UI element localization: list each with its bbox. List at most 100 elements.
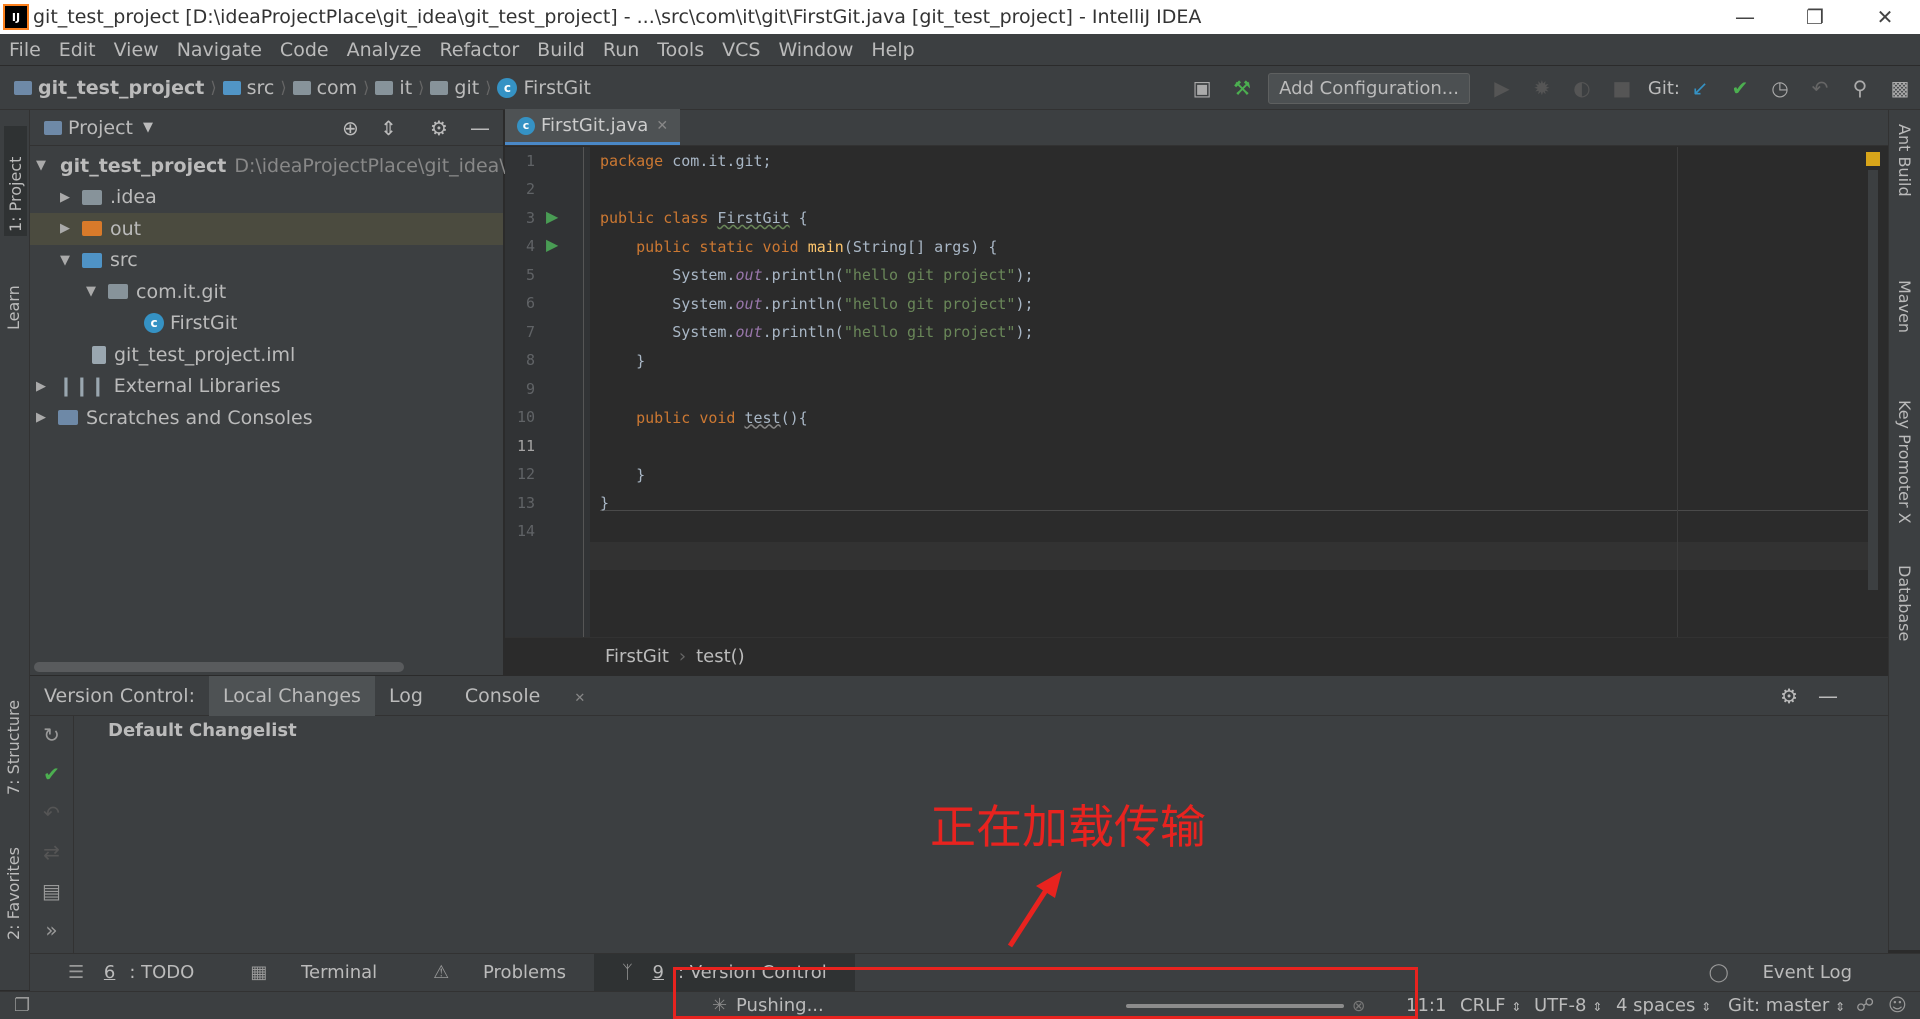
tree-item[interactable]: ▼ src [30,245,503,277]
tab-database[interactable]: Database [1895,565,1914,641]
menu-vcs[interactable]: VCS [713,39,769,61]
tab-problems[interactable]: ⚠ Problems [405,962,594,983]
menu-help[interactable]: Help [862,39,923,61]
breadcrumb-src[interactable]: src [247,77,275,99]
git-commit-icon[interactable]: ✔ [1720,76,1760,100]
line-separator[interactable]: CRLF ⇕ [1460,995,1521,1016]
editor-scrollbar[interactable] [1868,170,1878,590]
menu-code[interactable]: Code [271,39,338,61]
breadcrumb-com[interactable]: com [317,77,358,99]
expanded-arrow-icon[interactable]: ▼ [36,158,46,173]
rollback-icon[interactable]: ↶ [30,794,73,833]
tree-item[interactable]: c FirstGit [30,308,503,340]
chevron-down-icon[interactable]: ▼ [143,120,153,135]
search-icon[interactable]: ⚲ [1840,76,1880,100]
tab-ant-build[interactable]: Ant Build [1895,124,1914,197]
warning-indicator-icon[interactable] [1866,152,1880,166]
build-hammer-icon[interactable]: ⚒ [1222,76,1262,100]
tree-item[interactable]: ▼ com.it.git [30,276,503,308]
git-history-icon[interactable]: ◷ [1760,76,1800,100]
tree-item[interactable]: git_test_project.iml [30,339,503,371]
shelve-icon[interactable]: ▤ [30,872,73,911]
tab-structure[interactable]: 7: Structure [4,675,23,795]
add-configuration-button[interactable]: Add Configuration... [1268,72,1470,104]
menu-navigate[interactable]: Navigate [168,39,271,61]
breadcrumb-project[interactable]: git_test_project [38,77,204,99]
tree-item[interactable]: ▶ .idea [30,182,503,214]
git-rollback-icon[interactable]: ↶ [1800,76,1840,100]
tab-learn[interactable]: Learn [4,260,23,330]
breadcrumb-git[interactable]: git [454,77,479,99]
hide-icon[interactable]: — [470,116,490,140]
hide-icon[interactable]: — [1804,684,1852,708]
tree-label: FirstGit [170,312,238,335]
breadcrumb-class[interactable]: FirstGit [605,646,669,667]
tab-key-promoter[interactable]: Key Promoter X [1895,400,1914,524]
close-icon[interactable]: ✕ [1850,0,1920,34]
tab-maven[interactable]: Maven [1895,280,1914,333]
tab-console[interactable]: Console ✕ [437,685,613,707]
menu-file[interactable]: File [0,39,50,61]
tab-local-changes[interactable]: Local Changes [209,675,375,716]
breadcrumb-firstgit[interactable]: FirstGit [523,77,590,99]
run-main-gutter-icon[interactable]: ▶ [546,235,558,254]
expanded-arrow-icon[interactable]: ▼ [86,284,102,299]
restore-icon[interactable]: ❐ [1780,0,1850,34]
default-changelist[interactable]: Default Changelist [108,720,297,741]
horizontal-scrollbar[interactable] [34,662,404,672]
tab-firstgit-java[interactable]: c FirstGit.java ✕ [505,109,681,145]
commit-check-icon[interactable]: ✔ [30,755,73,794]
menu-window[interactable]: Window [769,39,862,61]
layout-toggle-icon[interactable]: ❐ [14,995,30,1016]
menu-edit[interactable]: Edit [50,39,105,61]
menu-refactor[interactable]: Refactor [430,39,528,61]
indent-setting[interactable]: 4 spaces ⇕ [1616,995,1711,1016]
minimize-icon[interactable]: — [1710,0,1780,34]
menu-view[interactable]: View [105,39,168,61]
hector-icon[interactable]: ☺ [1888,995,1907,1016]
coverage-icon[interactable]: ◐ [1562,76,1602,100]
tree-item[interactable]: ▶ Scratches and Consoles [30,402,503,434]
refresh-icon[interactable]: ↻ [30,716,73,755]
stop-icon[interactable]: ■ [1602,76,1642,100]
collapsed-arrow-icon[interactable]: ▶ [36,379,52,394]
move-icon[interactable]: ⇄ [30,833,73,872]
run-class-gutter-icon[interactable]: ▶ [546,207,558,226]
git-update-icon[interactable]: ↙ [1680,76,1720,100]
menu-analyze[interactable]: Analyze [338,39,431,61]
tab-todo[interactable]: ☰ 6: TODO [40,962,222,983]
tab-project[interactable]: 1: Project [4,126,27,236]
tab-terminal[interactable]: ▦ Terminal [222,962,405,983]
run-window-icon[interactable]: ▣ [1182,76,1222,100]
menu-build[interactable]: Build [528,39,594,61]
gear-icon[interactable]: ⚙ [430,116,448,140]
collapsed-arrow-icon[interactable]: ▶ [60,221,76,236]
tree-item[interactable]: ▼ git_test_project D:\ideaProjectPlace\g… [30,150,523,182]
project-structure-icon[interactable]: ▩ [1880,76,1920,100]
run-icon[interactable]: ▶ [1482,76,1522,100]
file-encoding[interactable]: UTF-8 ⇕ [1534,995,1602,1016]
menu-run[interactable]: Run [594,39,648,61]
close-tab-icon[interactable]: ✕ [656,118,668,134]
tree-item[interactable]: ▶ out [30,213,503,245]
breadcrumb-method[interactable]: test() [696,646,745,667]
collapse-all-icon[interactable]: ⇕ [380,116,397,140]
tab-favorites[interactable]: 2: Favorites [4,820,23,940]
expanded-arrow-icon[interactable]: ▼ [60,253,76,268]
project-panel-title[interactable]: Project [68,117,133,139]
menu-tools[interactable]: Tools [648,39,713,61]
collapsed-arrow-icon[interactable]: ▶ [36,410,52,425]
more-icon[interactable]: » [30,911,73,950]
breadcrumb-it[interactable]: it [399,77,412,99]
debug-icon[interactable]: ✹ [1522,76,1562,100]
git-branch[interactable]: Git: master ⇕ [1728,995,1845,1016]
lock-icon[interactable]: ☍ [1856,995,1874,1016]
locate-icon[interactable]: ⊕ [342,116,359,140]
line-number: 4 [525,237,535,255]
code-content[interactable]: package com.it.git; public class FirstGi… [600,147,1034,546]
tab-log[interactable]: Log [375,685,437,707]
tree-item[interactable]: ▶ ❙❙❙ External Libraries [30,371,503,403]
collapsed-arrow-icon[interactable]: ▶ [60,190,76,205]
event-log[interactable]: ◯ Event Log [1681,962,1880,983]
